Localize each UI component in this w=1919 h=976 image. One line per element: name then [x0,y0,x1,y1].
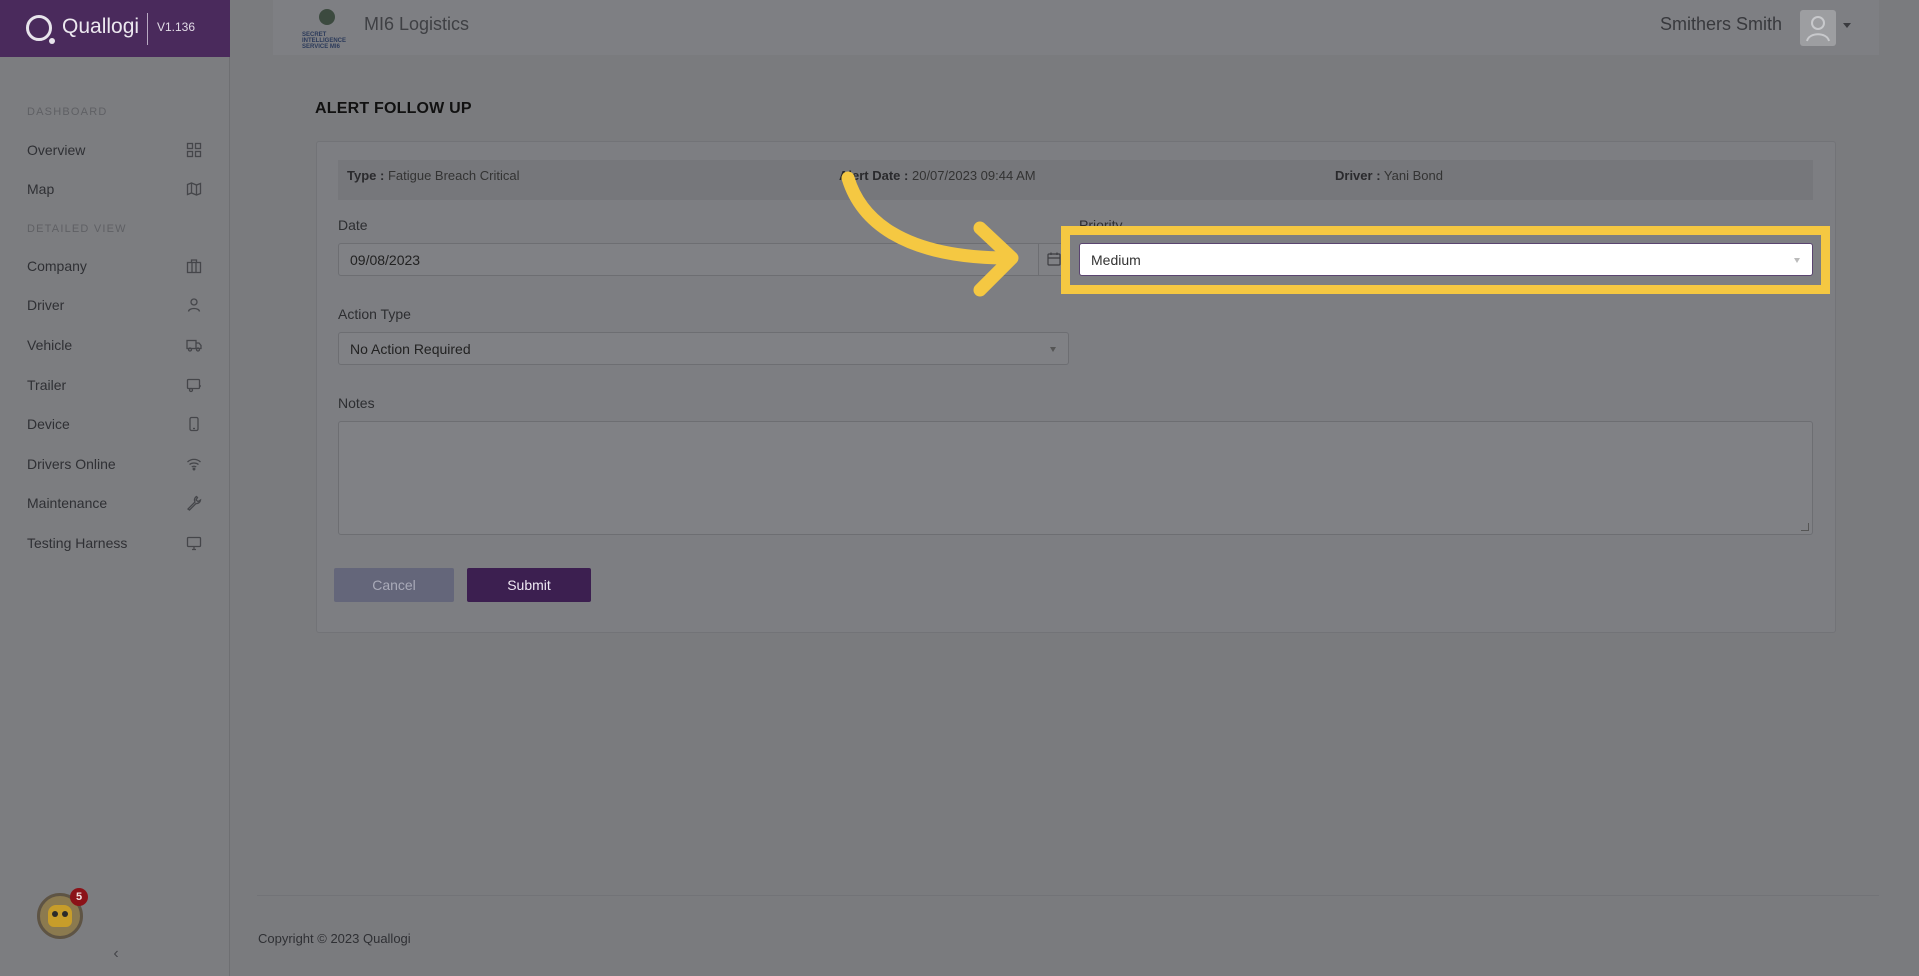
user-name[interactable]: Smithers Smith [1660,14,1782,35]
brand-bar[interactable]: Quallogi V1.136 [0,0,230,57]
sidebar-item-label: Trailer [27,377,67,393]
resize-handle-icon[interactable] [1801,523,1809,531]
sidebar-item-drivers-online[interactable]: Drivers Online [0,449,230,479]
bot-face-icon [48,905,72,927]
type-label: Type : [347,168,385,183]
map-icon [186,181,202,197]
sidebar-item-vehicle[interactable]: Vehicle [0,330,230,360]
sidebar-item-overview[interactable]: Overview [0,135,230,165]
sidebar-item-label: Vehicle [27,337,73,353]
action-type-label: Action Type [338,306,411,322]
sidebar-item-label: Maintenance [27,495,108,511]
org-name: MI6 Logistics [364,14,470,34]
bot-eye [62,911,68,917]
quallogi-logo-icon [26,15,55,44]
driver-label: Driver : [1335,168,1381,183]
sidebar-item-trailer[interactable]: Trailer [0,370,230,400]
sidebar-item-testing-harness[interactable]: Testing Harness [0,528,230,558]
date-label: Date [338,217,368,233]
chevron-down-icon [1794,258,1800,263]
type-value: Fatigue Breach Critical [387,168,520,183]
footer-copyright: Copyright © 2023 Quallogi [258,931,411,946]
date-value: 09/08/2023 [350,252,421,268]
sidebar-item-device[interactable]: Device [0,409,230,439]
alert-followup-card [316,141,1836,633]
user-avatar[interactable] [1800,10,1836,46]
trailer-icon [186,377,202,393]
notification-badge: 5 [70,888,88,906]
sidebar-item-maintenance[interactable]: Maintenance [0,488,230,518]
sidebar-item-label: Overview [27,142,86,158]
grid-icon [186,142,202,158]
priority-select[interactable]: Medium [1079,243,1813,276]
driver-value: Yani Bond [1383,168,1443,183]
alert-type: Type : Fatigue Breach Critical [347,168,519,183]
sidebar-item-label: Device [27,416,70,432]
section-label-dashboard: DASHBOARD [27,106,108,118]
divider [147,13,148,45]
app-name: Quallogi [62,15,140,38]
submit-button[interactable]: Submit [467,568,591,602]
sidebar-item-label: Company [27,258,87,274]
notes-label: Notes [338,395,375,411]
user-menu-caret-icon[interactable] [1843,23,1851,28]
alert-info-bar [338,160,1813,200]
wifi-icon [186,456,202,472]
person-icon [186,297,202,313]
collapse-sidebar-chevron-left-icon[interactable]: ‹ [108,945,124,963]
briefcase-icon [186,258,202,274]
mi6-crest-logo: SECRET INTELLIGENCE SERVICE MI6 [301,6,353,50]
top-header [273,0,1879,55]
phone-icon [186,416,202,432]
chevron-down-icon [1050,347,1056,352]
sidebar-item-label: Driver [27,297,65,313]
priority-value: Medium [1091,252,1141,268]
section-label-detailed-view: DETAILED VIEW [27,223,127,235]
sidebar-item-label: Testing Harness [27,535,128,551]
app-version: V1.136 [157,20,196,34]
sidebar-item-map[interactable]: Map [0,174,230,204]
sidebar-item-label: Drivers Online [27,456,116,472]
alert-driver: Driver : Yani Bond [1335,168,1443,183]
footer-divider [257,895,1879,896]
page-title: ALERT FOLLOW UP [315,100,472,117]
sidebar: Quallogi V1.136 DASHBOARD Overview Map D… [0,0,230,976]
bot-eye [52,911,58,917]
sidebar-item-company[interactable]: Company [0,251,230,281]
sidebar-item-label: Map [27,181,55,197]
action-type-select[interactable]: No Action Required [338,332,1069,365]
svg-text:SERVICE MI6: SERVICE MI6 [302,44,341,50]
sidebar-item-driver[interactable]: Driver [0,290,230,320]
monitor-icon [186,535,202,551]
notes-textarea[interactable] [338,421,1813,535]
truck-icon [186,337,202,353]
tutorial-arrow-icon [841,171,1019,297]
wrench-icon [186,495,202,511]
cancel-button[interactable]: Cancel [334,568,454,602]
action-type-value: No Action Required [350,341,471,357]
